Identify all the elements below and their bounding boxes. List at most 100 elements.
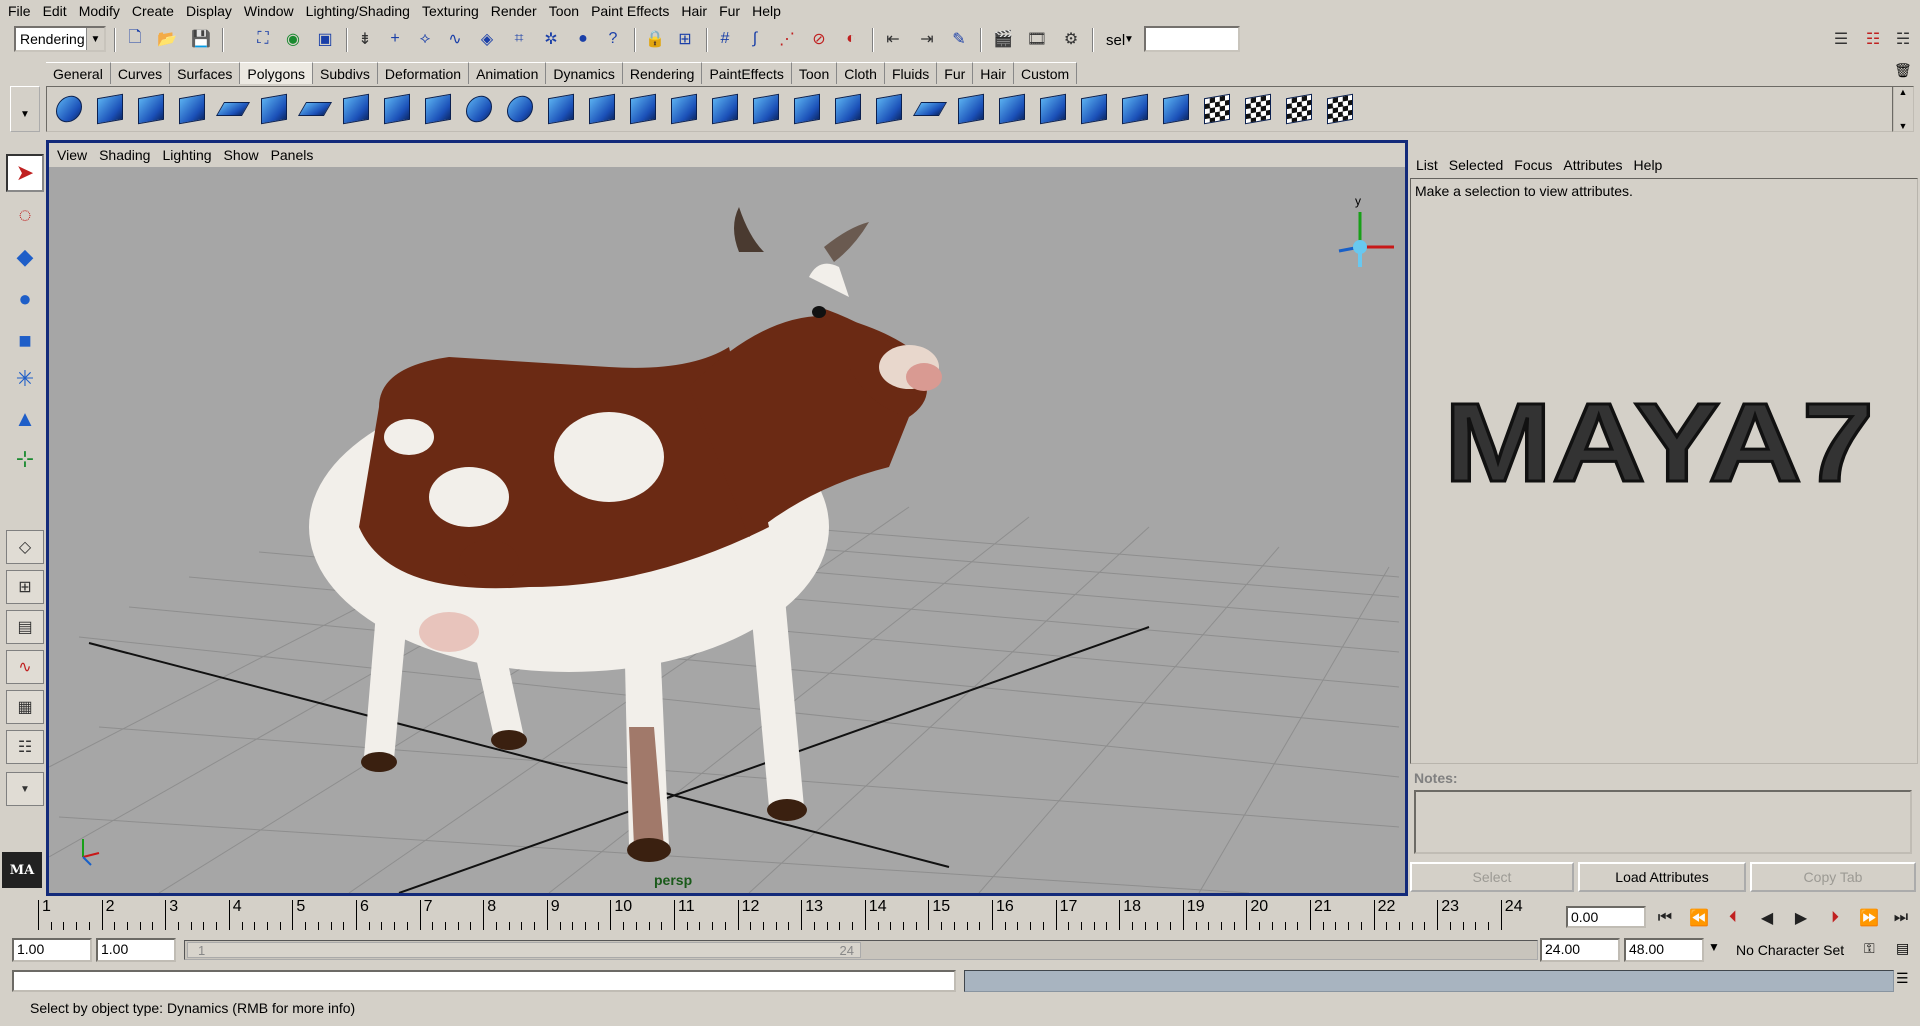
current-time-field[interactable]: 0.00 xyxy=(1566,906,1646,928)
open-scene-icon[interactable]: 📂 xyxy=(154,26,180,52)
ae-menu-focus[interactable]: Focus xyxy=(1510,157,1559,173)
viewport-menu-view[interactable]: View xyxy=(53,147,95,163)
command-line-input[interactable] xyxy=(12,970,956,992)
shelf-tab-fluids[interactable]: Fluids xyxy=(884,62,938,84)
chevron-down-icon[interactable]: ▼ xyxy=(1124,34,1134,45)
script-editor-icon[interactable]: ☰ xyxy=(1896,970,1909,987)
range-slider-handle[interactable]: 1 24 xyxy=(187,942,861,958)
poly-prism-icon[interactable] xyxy=(297,90,332,128)
shelf-tab-subdivs[interactable]: Subdivs xyxy=(313,62,378,84)
menu-window[interactable]: Window xyxy=(240,0,302,22)
select-dynamics-icon[interactable]: ✲ xyxy=(538,26,564,52)
play-backwards-icon[interactable]: ◀ xyxy=(1752,906,1782,930)
menu-help[interactable]: Help xyxy=(748,0,789,22)
menu-toon[interactable]: Toon xyxy=(545,0,587,22)
extrude-face-icon[interactable] xyxy=(666,90,701,128)
new-scene-icon[interactable]: 🗋 xyxy=(122,26,148,52)
poly-cylinder-icon[interactable] xyxy=(133,90,168,128)
input-connections-icon[interactable]: ⇤ xyxy=(880,26,906,52)
bevel-icon[interactable] xyxy=(830,90,865,128)
start-time-field[interactable]: 1.00 xyxy=(12,938,92,962)
planar-mapping-icon[interactable] xyxy=(1158,90,1193,128)
snap-view-plane-icon[interactable]: ⊘ xyxy=(806,26,832,52)
persp-trax-layout-icon[interactable]: ☷ xyxy=(6,730,44,764)
menu-modify[interactable]: Modify xyxy=(75,0,128,22)
menu-texturing[interactable]: Texturing xyxy=(418,0,487,22)
animation-preferences-icon[interactable]: ▤ xyxy=(1896,940,1909,957)
append-polygon-icon[interactable] xyxy=(789,90,824,128)
chevron-down-icon[interactable]: ▼ xyxy=(86,28,104,50)
extract-icon[interactable] xyxy=(1076,90,1111,128)
render-current-frame-icon[interactable]: 🎬 xyxy=(990,26,1016,52)
automatic-mapping-icon[interactable] xyxy=(1281,90,1316,128)
shelf-tab-general[interactable]: General xyxy=(46,62,111,84)
wedge-faces-icon[interactable] xyxy=(953,90,988,128)
spherical-mapping-icon[interactable] xyxy=(1240,90,1275,128)
make-live-icon[interactable]: ◐ xyxy=(838,26,864,52)
show-hide-channel-box-icon[interactable]: ☷ xyxy=(1860,26,1886,52)
poly-torus-icon[interactable] xyxy=(256,90,291,128)
menu-set-dropdown[interactable]: Rendering ▼ xyxy=(14,26,106,52)
chevron-up-icon[interactable]: ▲ xyxy=(1899,87,1908,97)
ae-menu-list[interactable]: List xyxy=(1412,157,1445,173)
shelf-tab-curves[interactable]: Curves xyxy=(110,62,171,84)
playback-end-field[interactable]: 24.00 xyxy=(1540,938,1620,962)
select-handles-icon[interactable]: + xyxy=(382,26,408,52)
go-to-end-icon[interactable]: ⏭ xyxy=(1886,906,1916,930)
ipr-render-icon[interactable]: 🎞 xyxy=(1024,26,1050,52)
uv-texture-editor-icon[interactable] xyxy=(1322,90,1357,128)
shelf-scrollbar[interactable]: ▲ ▼ xyxy=(1892,86,1914,132)
smooth-icon[interactable] xyxy=(584,90,619,128)
poly-platonic-icon[interactable] xyxy=(461,90,496,128)
persp-outliner-layout-icon[interactable]: ▤ xyxy=(6,610,44,644)
auto-key-icon[interactable]: ⚿ xyxy=(1864,940,1875,957)
ae-menu-selected[interactable]: Selected xyxy=(1445,157,1510,173)
play-forwards-icon[interactable]: ▶ xyxy=(1786,906,1816,930)
viewport-menu-show[interactable]: Show xyxy=(220,147,267,163)
go-to-start-icon[interactable]: ⏮ xyxy=(1650,906,1680,930)
menu-display[interactable]: Display xyxy=(182,0,240,22)
four-view-layout-icon[interactable]: ⊞ xyxy=(6,570,44,604)
select-surfaces-icon[interactable]: ◈ xyxy=(474,26,500,52)
combine-icon[interactable] xyxy=(502,90,537,128)
cylindrical-mapping-icon[interactable] xyxy=(1199,90,1234,128)
shelf-tab-surfaces[interactable]: Surfaces xyxy=(170,62,241,84)
extrude-edge-icon[interactable] xyxy=(707,90,742,128)
shelf-tab-deformation[interactable]: Deformation xyxy=(377,62,470,84)
lock-selection-icon[interactable]: 🔒 xyxy=(642,26,668,52)
poly-sphere-icon[interactable] xyxy=(51,90,86,128)
time-slider[interactable]: 1 2 3 4 5 6 7 8 9 10 11 12 13 14 15 16 17 18 19 20 21 22 23 24 xyxy=(14,898,1564,930)
separate-icon[interactable] xyxy=(543,90,578,128)
sculpt-geometry-icon[interactable] xyxy=(1117,90,1152,128)
shelf-tab-hair[interactable]: Hair xyxy=(973,62,1014,84)
poly-pipe-icon[interactable] xyxy=(338,90,373,128)
show-hide-tool-settings-icon[interactable]: ☵ xyxy=(1890,26,1916,52)
ae-menu-attributes[interactable]: Attributes xyxy=(1559,157,1629,173)
quick-select-input[interactable] xyxy=(1144,26,1240,52)
viewport-menu-lighting[interactable]: Lighting xyxy=(158,147,219,163)
single-perspective-layout-icon[interactable]: ◇ xyxy=(6,530,44,564)
end-time-field[interactable]: 48.00 xyxy=(1624,938,1704,962)
playback-start-field[interactable]: 1.00 xyxy=(96,938,176,962)
soft-modification-icon[interactable]: ▲ xyxy=(6,400,44,438)
select-hierarchy-icon[interactable]: ⛶ xyxy=(250,26,276,52)
show-hide-attribute-editor-icon[interactable]: ☰ xyxy=(1828,26,1854,52)
ae-menu-help[interactable]: Help xyxy=(1630,157,1670,173)
menu-edit[interactable]: Edit xyxy=(39,0,75,22)
trash-icon[interactable]: 🗑 xyxy=(1894,62,1912,79)
select-object-icon[interactable]: ◉ xyxy=(280,26,306,52)
menu-lighting-shading[interactable]: Lighting/Shading xyxy=(302,0,418,22)
shelf-tab-animation[interactable]: Animation xyxy=(469,62,547,84)
proxy-icon[interactable] xyxy=(625,90,660,128)
snap-curve-icon[interactable]: ∫ xyxy=(742,26,768,52)
snap-point-icon[interactable]: ⋰ xyxy=(774,26,800,52)
chevron-down-icon[interactable]: ▼ xyxy=(6,772,44,806)
show-manipulator-icon[interactable]: ⊹ xyxy=(6,440,44,478)
step-forward-frame-icon[interactable]: ⏵ xyxy=(1820,906,1850,930)
shelf-menu-button[interactable]: ▼ xyxy=(10,86,40,132)
poly-helix-icon[interactable] xyxy=(379,90,414,128)
menu-render[interactable]: Render xyxy=(487,0,545,22)
shelf-tab-cloth[interactable]: Cloth xyxy=(837,62,885,84)
shelf-tab-toon[interactable]: Toon xyxy=(791,62,838,84)
lasso-tool-icon[interactable]: ◌ xyxy=(6,196,44,234)
